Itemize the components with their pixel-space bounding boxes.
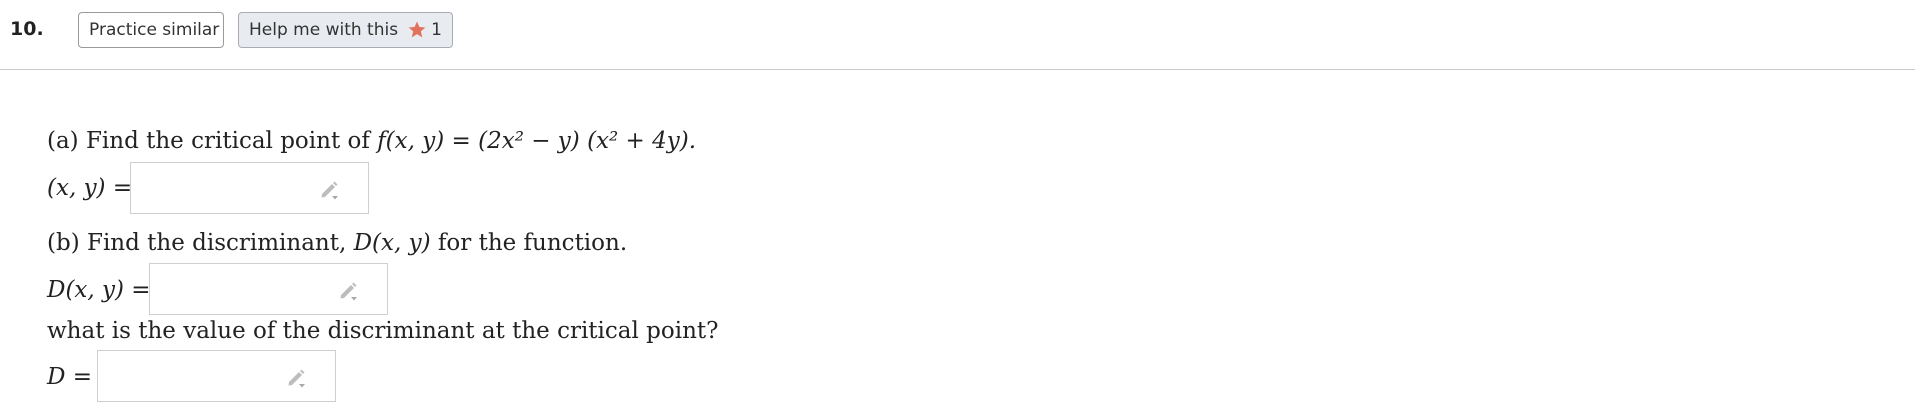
help-me-button[interactable]: Help me with this 1: [238, 12, 453, 48]
part-a-answer-label: (x, y) =: [47, 175, 133, 201]
pencil-dropdown-icon[interactable]: [337, 279, 361, 303]
part-b-prefix: (b) Find the discriminant,: [47, 230, 354, 256]
pencil-dropdown-icon[interactable]: [285, 366, 309, 390]
part-b-discriminant-symbol: D(x, y): [353, 230, 431, 256]
practice-similar-label: Practice similar: [89, 20, 220, 40]
part-b-followup: what is the value of the discriminant at…: [47, 318, 719, 344]
pencil-dropdown-icon[interactable]: [318, 178, 342, 202]
discriminant-value-input[interactable]: [97, 350, 336, 402]
part-b-prompt: (b) Find the discriminant, D(x, y) for t…: [47, 232, 627, 255]
critical-point-input[interactable]: [130, 162, 369, 214]
discriminant-value-label: D =: [47, 364, 93, 390]
help-me-label: Help me with this: [249, 20, 399, 40]
help-count: 1: [431, 20, 442, 40]
practice-similar-button[interactable]: Practice similar: [78, 12, 224, 48]
part-b-suffix: for the function.: [430, 230, 628, 256]
question-number: 10.: [10, 18, 44, 40]
part-a-prompt: (a) Find the critical point of f(x, y) =…: [47, 130, 696, 153]
question-page: 10. Practice similar Help me with this 1…: [0, 0, 1915, 409]
star-icon: [408, 21, 426, 38]
part-a-function: f(x, y) = (2x² − y) (x² + 4y).: [377, 128, 697, 154]
question-toolbar: 10. Practice similar Help me with this 1: [0, 0, 1915, 70]
part-a-prefix: (a) Find the critical point of: [47, 128, 378, 154]
part-b-answer-label: D(x, y) =: [47, 277, 151, 303]
discriminant-input[interactable]: [149, 263, 388, 315]
